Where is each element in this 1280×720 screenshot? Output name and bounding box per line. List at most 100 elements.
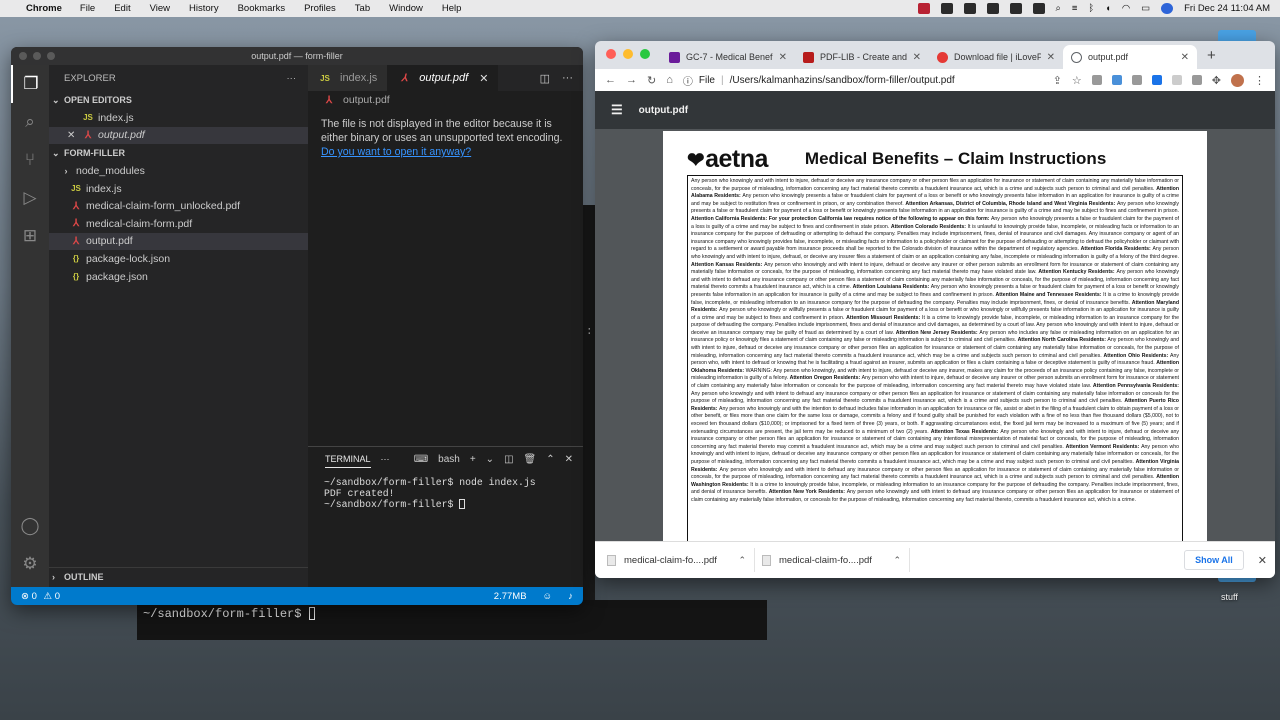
close-tab-icon[interactable]: ✕	[479, 72, 488, 85]
browser-tab-active[interactable]: output.pdf ✕	[1063, 45, 1197, 69]
panel-more-icon[interactable]: ···	[381, 454, 390, 464]
settings-gear-icon[interactable]: ⚙	[11, 545, 49, 583]
show-all-downloads-button[interactable]: Show All	[1184, 550, 1244, 570]
menu-item-profiles[interactable]: Profiles	[304, 3, 336, 14]
file-tree-item[interactable]: ⅄ medical-claim-form_unlocked.pdf	[49, 197, 308, 215]
open-editors-header[interactable]: ⌄ OPEN EDITORS	[49, 91, 308, 109]
menu-item-edit[interactable]: Edit	[114, 3, 130, 14]
tray-record-icon[interactable]	[917, 3, 930, 14]
close-tab-icon[interactable]: ✕	[913, 52, 921, 63]
bookmark-star-icon[interactable]: ☆	[1072, 74, 1082, 87]
siri-icon[interactable]	[1161, 3, 1174, 14]
zoom-window-button[interactable]	[640, 49, 650, 59]
extension-icon[interactable]	[1131, 75, 1142, 85]
menu-item-help[interactable]: Help	[442, 3, 462, 14]
browser-tab[interactable]: PDF-LIB - Create and mo ✕	[795, 45, 929, 69]
problems-status[interactable]: ⊗ 0 ⚠ 0	[21, 591, 60, 602]
menu-item-file[interactable]: File	[80, 3, 95, 14]
close-tab-icon[interactable]: ✕	[1181, 52, 1189, 63]
feedback-icon[interactable]: ☺	[543, 591, 553, 602]
tab-index-js[interactable]: JS index.js	[308, 65, 388, 91]
search-icon[interactable]: ⌕	[11, 103, 49, 141]
info-icon[interactable]: ⓘ	[683, 73, 693, 88]
notifications-bell-icon[interactable]: ♪	[568, 591, 573, 602]
split-editor-icon[interactable]: ◫	[540, 72, 550, 85]
battery-icon[interactable]	[1032, 3, 1045, 14]
outline-header[interactable]: › OUTLINE	[49, 568, 308, 586]
tray-app-icon[interactable]	[940, 3, 953, 14]
pdf-page[interactable]: ❤aetna Medical Benefits – Claim Instruct…	[663, 131, 1207, 541]
run-debug-icon[interactable]: ▷	[11, 179, 49, 217]
chevron-up-icon[interactable]: ⌃	[738, 555, 746, 566]
extensions-puzzle-icon[interactable]: ✥	[1212, 74, 1221, 87]
file-tree-item[interactable]: JS index.js	[49, 180, 308, 198]
terminal-shell-select[interactable]: bash	[438, 454, 460, 465]
menu-item-history[interactable]: History	[189, 3, 219, 14]
trash-icon[interactable]: 🗑	[524, 454, 537, 465]
new-tab-icon[interactable]: +	[1197, 47, 1224, 69]
menu-item-view[interactable]: View	[150, 3, 170, 14]
terminal-prompt-line[interactable]: ~/sandbox/form-filler$	[308, 499, 583, 510]
back-icon[interactable]: ←	[605, 74, 616, 86]
browser-tab[interactable]: GC-7 - Medical Benefits ✕	[661, 45, 795, 69]
menu-item-tab[interactable]: Tab	[355, 3, 370, 14]
breadcrumb[interactable]: ⅄ output.pdf	[308, 91, 583, 109]
address-bar[interactable]: ⓘ File | /Users/kalmanhazins/sandbox/for…	[683, 73, 1043, 88]
open-editor-item[interactable]: JS index.js	[49, 109, 308, 127]
maximize-panel-icon[interactable]: ⌃	[546, 454, 554, 465]
browser-tab[interactable]: Download file | iLovePDF ✕	[929, 45, 1063, 69]
search-icon[interactable]: ⌕	[1056, 3, 1061, 14]
reload-icon[interactable]: ↻	[647, 74, 656, 87]
minimize-window-button[interactable]	[623, 49, 633, 59]
forward-icon[interactable]: →	[626, 74, 637, 86]
minimize-window-button[interactable]	[33, 52, 41, 60]
extension-icon[interactable]	[1191, 75, 1202, 85]
chevron-down-icon[interactable]: ⌄	[486, 454, 494, 465]
wifi-icon[interactable]: ◠	[1122, 3, 1130, 14]
tray-cloud-icon[interactable]	[986, 3, 999, 14]
split-terminal-icon[interactable]: ◫	[504, 454, 513, 465]
extension-icon[interactable]	[1151, 75, 1162, 85]
close-window-button[interactable]	[606, 49, 616, 59]
download-item[interactable]: medical-claim-fo....pdf ⌃	[607, 548, 755, 572]
tray-music-icon[interactable]	[963, 3, 976, 14]
menubar-clock[interactable]: Fri Dec 24 11:04 AM	[1184, 3, 1270, 14]
open-anyway-link[interactable]: Do you want to open it anyway?	[321, 146, 471, 158]
extension-icon[interactable]	[1171, 75, 1182, 85]
tray-dropbox-icon[interactable]	[1009, 3, 1022, 14]
tab-output-pdf[interactable]: ⅄ output.pdf ✕	[387, 65, 499, 91]
menu-item-bookmarks[interactable]: Bookmarks	[238, 3, 286, 14]
download-item[interactable]: medical-claim-fo....pdf ⌃	[762, 548, 910, 572]
more-actions-icon[interactable]: ···	[287, 73, 297, 84]
volume-icon[interactable]: ◖	[1105, 3, 1111, 14]
file-tree-item[interactable]: {} package.json	[49, 268, 308, 286]
control-center-icon[interactable]: ≡	[1072, 3, 1078, 14]
menu-item-window[interactable]: Window	[389, 3, 423, 14]
background-terminal[interactable]: ~/sandbox/form-filler$	[137, 600, 767, 640]
home-icon[interactable]: ⌂	[666, 74, 673, 86]
close-tab-icon[interactable]: ✕	[779, 52, 787, 63]
file-tree-item[interactable]: ⅄ medical-claim-form.pdf	[49, 215, 308, 233]
hamburger-menu-icon[interactable]: ☰	[611, 102, 623, 118]
more-actions-icon[interactable]: ···	[562, 72, 573, 84]
terminal-tab[interactable]: TERMINAL	[325, 454, 371, 468]
new-terminal-icon[interactable]: +	[470, 454, 476, 465]
file-tree-item[interactable]: › node_modules	[49, 162, 308, 180]
extension-icon[interactable]	[1111, 75, 1122, 85]
file-tree-item[interactable]: {} package-lock.json	[49, 250, 308, 268]
bluetooth-icon[interactable]: ᛒ	[1088, 3, 1094, 14]
display-icon[interactable]: ▭	[1141, 3, 1150, 14]
file-size-status[interactable]: 2.77MB	[494, 591, 527, 602]
close-tab-icon[interactable]: ✕	[1047, 52, 1055, 63]
terminal-shell-icon[interactable]: ⌨	[414, 454, 428, 465]
account-icon[interactable]: ◯	[11, 507, 49, 545]
close-icon[interactable]: ✕	[67, 130, 81, 141]
close-panel-icon[interactable]: ✕	[565, 454, 573, 465]
desktop-folder-label[interactable]: stuff	[1221, 592, 1238, 602]
extensions-icon[interactable]: ⊞	[11, 217, 49, 255]
profile-avatar[interactable]	[1231, 73, 1244, 87]
gmail-extension-icon[interactable]	[1091, 75, 1102, 85]
open-editor-item-active[interactable]: ✕ ⅄ output.pdf	[49, 126, 308, 145]
menu-app-name[interactable]: Chrome	[26, 3, 62, 14]
close-downloads-bar-icon[interactable]: ✕	[1258, 554, 1267, 567]
